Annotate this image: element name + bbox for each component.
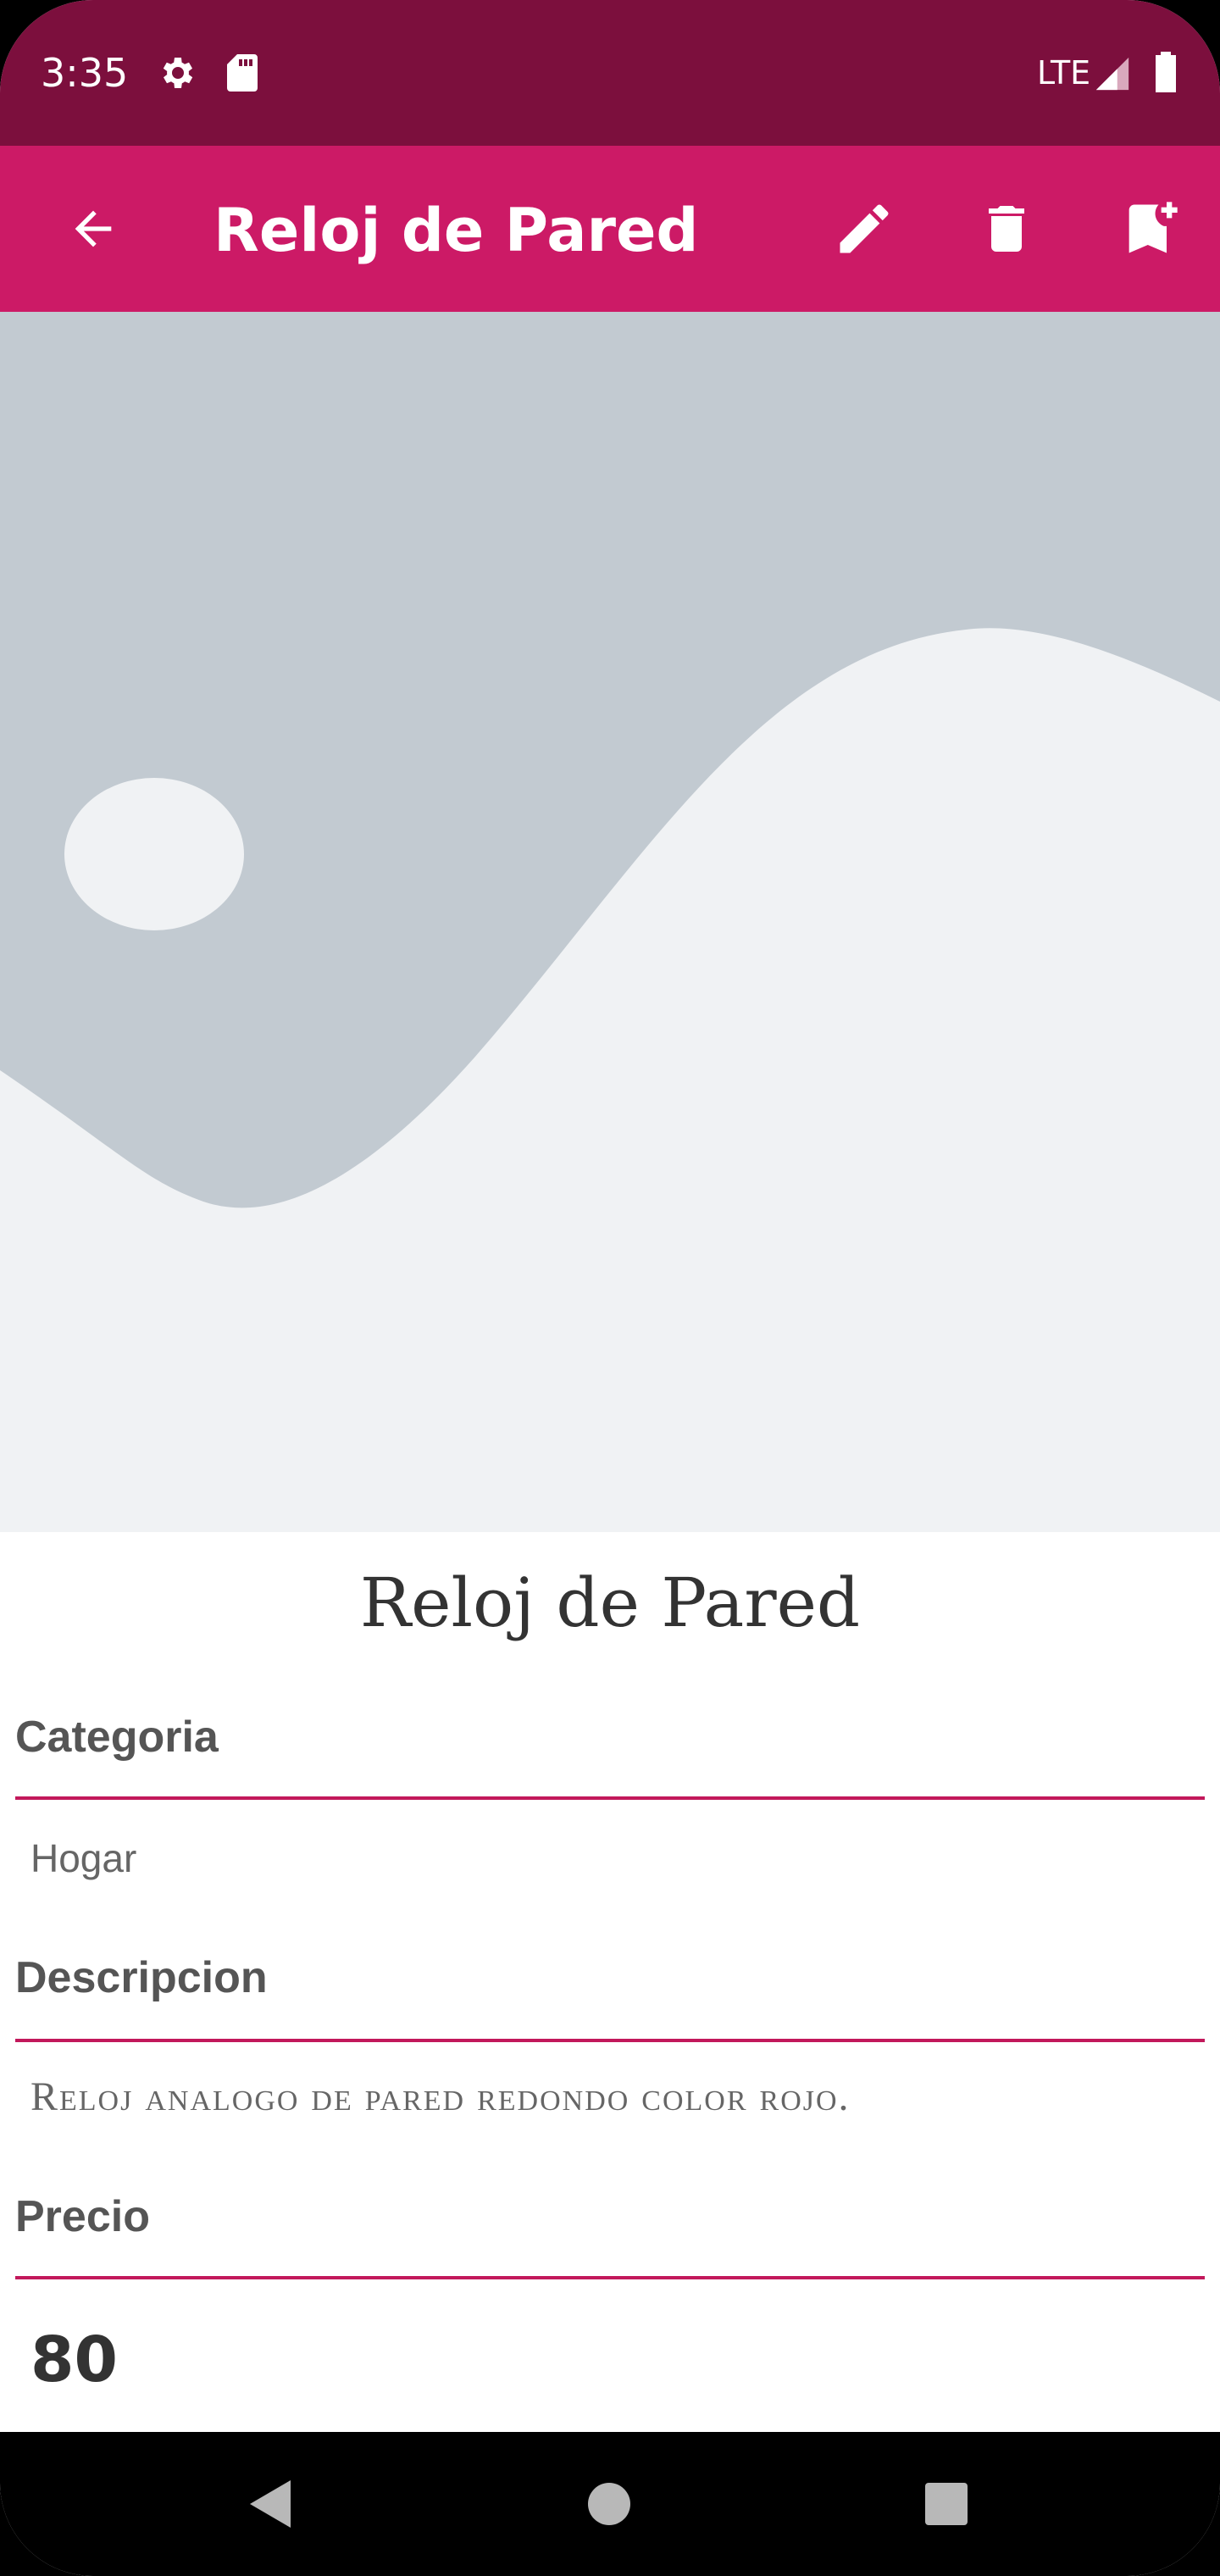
status-time: 3:35 <box>41 50 129 96</box>
product-image <box>0 312 1220 1532</box>
back-button[interactable] <box>51 186 136 271</box>
trash-icon <box>989 206 1024 252</box>
app-bar-title: Reloj de Pared <box>214 196 699 265</box>
arrow-back-icon <box>75 210 112 247</box>
product-title: Reloj de Pared <box>359 1563 861 1642</box>
category-label: Categoria <box>15 1713 219 1762</box>
app-bar: Reloj de Pared <box>0 146 1220 312</box>
image-placeholder-icon <box>0 312 1220 1532</box>
nav-recents-icon <box>925 2483 968 2525</box>
nav-back-icon <box>250 2480 291 2528</box>
category-value: Hogar <box>30 1836 137 1880</box>
network-type: LTE <box>1037 54 1091 92</box>
battery-icon <box>1156 52 1176 92</box>
gear-icon <box>163 58 193 88</box>
signal-icon <box>1095 57 1129 91</box>
delete-button[interactable] <box>964 186 1049 271</box>
pencil-icon <box>840 204 889 253</box>
description-value: Reloj analogo de pared redondo color roj… <box>30 2074 851 2119</box>
category-divider <box>15 1796 1205 1800</box>
description-label: Descripcion <box>15 1953 268 2002</box>
sd-card-icon <box>227 54 258 92</box>
nav-recents-button[interactable] <box>908 2466 984 2542</box>
bookmark-add-icon <box>1128 202 1178 253</box>
edit-button[interactable] <box>822 186 907 271</box>
nav-home-button[interactable] <box>571 2466 647 2542</box>
status-bar: 3:35 LTE <box>0 0 1220 146</box>
description-divider <box>15 2039 1205 2042</box>
price-divider <box>15 2276 1205 2279</box>
price-label: Precio <box>15 2192 150 2241</box>
navigation-bar <box>0 2432 1220 2576</box>
nav-back-button[interactable] <box>230 2466 307 2542</box>
nav-home-icon <box>588 2483 630 2525</box>
bookmark-add-button[interactable] <box>1108 186 1193 271</box>
price-value: 80 <box>30 2323 118 2396</box>
screen: 3:35 LTE Reloj de Pared Reloj de Pared C… <box>0 0 1220 2576</box>
